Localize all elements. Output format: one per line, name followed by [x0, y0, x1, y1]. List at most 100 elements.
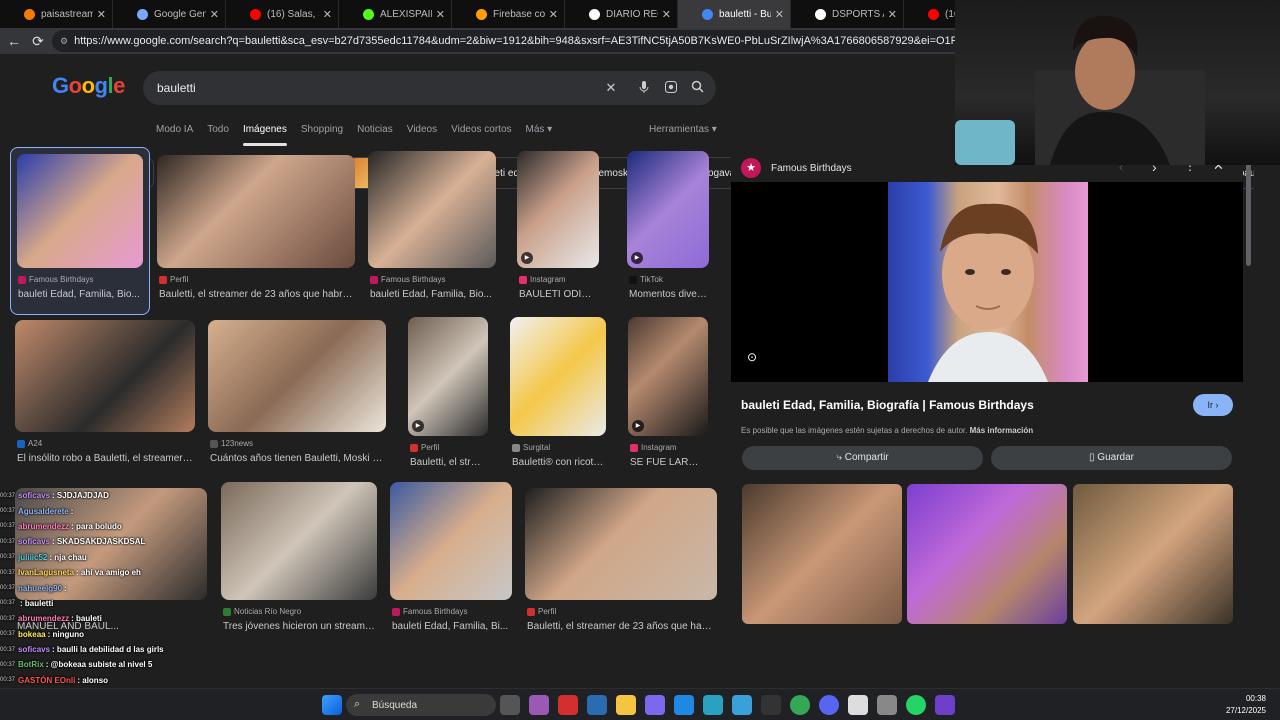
image-result[interactable]: Famous Birthdays bauleti Edad, Familia, B…	[368, 151, 496, 316]
search-tab[interactable]: Videos cortos	[451, 124, 511, 146]
search-tab[interactable]: Shopping	[301, 124, 343, 146]
image-result[interactable]: Perfil Bauletti, el streamer de 23 años q…	[525, 488, 717, 648]
browser-tab[interactable]: Google Gemini ✕	[113, 0, 226, 28]
whatsapp-icon[interactable]	[906, 695, 926, 715]
image-result[interactable]: Famous Birthdays bauleti Edad, Familia, B…	[390, 482, 512, 648]
result-thumbnail[interactable]: ▶	[408, 317, 488, 436]
image-result[interactable]: ▶ TikTok Momentos divertid...	[627, 151, 709, 316]
panel-scrollbar[interactable]	[1245, 148, 1252, 668]
obs-icon[interactable]	[877, 695, 897, 715]
search-tab[interactable]: Noticias	[357, 124, 393, 146]
browser-tab[interactable]: paisastream-launche ✕	[0, 0, 113, 28]
result-thumbnail[interactable]	[208, 320, 386, 432]
pen-icon[interactable]	[645, 695, 665, 715]
tab-close-icon[interactable]: ✕	[662, 8, 671, 21]
result-source[interactable]: Famous Birthdays	[18, 275, 93, 284]
result-title[interactable]: BAULETI ODIA A L...	[519, 289, 597, 300]
google-logo[interactable]: Google	[52, 73, 125, 99]
result-source[interactable]: Famous Birthdays	[392, 607, 467, 616]
result-source[interactable]: Instagram	[630, 443, 677, 452]
result-source[interactable]: A24	[17, 439, 42, 448]
result-title[interactable]: Bauletti, el streamer de 23 años que hab…	[159, 289, 353, 300]
back-button[interactable]: ←	[2, 29, 26, 53]
browser-tab[interactable]: bauletti - Buscar con ✕	[678, 0, 791, 28]
lens-icon[interactable]	[663, 80, 679, 96]
file-explorer-icon[interactable]	[616, 695, 636, 715]
result-source[interactable]: Famous Birthdays	[370, 275, 445, 284]
result-thumbnail[interactable]: ▶	[627, 151, 709, 268]
result-source[interactable]: Surgital	[512, 443, 550, 452]
save-button[interactable]: ▯ Guardar	[991, 446, 1232, 470]
chrome-icon[interactable]	[790, 695, 810, 715]
store-icon[interactable]	[587, 695, 607, 715]
result-title[interactable]: bauleti Edad, Familia, Bio...	[370, 289, 494, 300]
image-result[interactable]: ▶ Instagram SE FUE LARGA K...	[628, 317, 708, 484]
result-source[interactable]: Perfil	[159, 275, 188, 284]
result-source[interactable]: Instagram	[519, 275, 566, 284]
browser-tab[interactable]: DIARIO RÉCORD en ✕	[565, 0, 678, 28]
browser-tab[interactable]: (16) Salas, Standly - ✕	[226, 0, 339, 28]
related-image-2[interactable]	[907, 484, 1067, 624]
image-result[interactable]: ▶ Instagram BAULETI ODIA A L...	[517, 151, 599, 316]
result-title[interactable]: Bauletti, el streamer de 23 años que hab…	[527, 621, 715, 632]
result-thumbnail[interactable]	[390, 482, 512, 600]
image-result[interactable]: A24 El insólito robo a Bauletti, el strea…	[15, 320, 195, 480]
result-thumbnail[interactable]: ▶	[628, 317, 708, 436]
browser-tab[interactable]: ALEXISPAIII Stream ✕	[339, 0, 452, 28]
browser-tab[interactable]: Firebase console ✕	[452, 0, 565, 28]
tab-close-icon[interactable]: ✕	[775, 8, 784, 21]
search-box[interactable]: bauletti ✕	[143, 71, 716, 105]
windows-start-icon[interactable]	[322, 695, 342, 715]
tab-close-icon[interactable]: ✕	[210, 8, 219, 21]
result-thumbnail[interactable]	[510, 317, 606, 436]
copilot-icon[interactable]	[529, 695, 549, 715]
browser-tab[interactable]: DSPORTS Argentina ✕	[791, 0, 904, 28]
panel-site[interactable]: Famous Birthdays	[771, 163, 852, 174]
result-title[interactable]: Momentos divertid...	[629, 289, 707, 300]
mic-icon[interactable]	[636, 80, 652, 96]
more-info-link[interactable]: Más información	[970, 426, 1034, 435]
reload-button[interactable]: ⟳	[26, 29, 50, 53]
search-query[interactable]: bauletti	[157, 81, 196, 95]
image-result[interactable]: 123news Cuántos años tienen Bauletti, Mos…	[208, 320, 386, 480]
result-source[interactable]: TikTok	[629, 275, 663, 284]
discord-icon[interactable]	[819, 695, 839, 715]
scroll-thumb[interactable]	[1246, 156, 1251, 266]
result-thumbnail[interactable]	[15, 320, 195, 432]
related-image-1[interactable]	[742, 484, 902, 624]
app-icon[interactable]	[935, 695, 955, 715]
search-icon[interactable]	[689, 80, 705, 96]
search-tab[interactable]: Modo IA	[156, 124, 193, 146]
result-title[interactable]: bauleti Edad, Familia, Bio...	[18, 289, 152, 300]
tools-button[interactable]: Herramientas ▾	[649, 124, 717, 135]
image-result[interactable]: Famous Birthdays bauleti Edad, Familia, B…	[10, 147, 150, 315]
image-result[interactable]: Perfil Bauletti, el streamer de 23 años q…	[157, 155, 355, 316]
result-title[interactable]: Cuántos años tienen Bauletti, Moski y ..…	[210, 453, 384, 464]
browser-icon[interactable]	[703, 695, 723, 715]
search-tab[interactable]: Videos	[407, 124, 437, 146]
lens-search-icon[interactable]: ⊙	[747, 350, 757, 364]
visit-button[interactable]: Ir ›	[1193, 394, 1233, 416]
search-tab[interactable]: Todo	[207, 124, 229, 146]
settings-icon[interactable]	[848, 695, 868, 715]
tab-close-icon[interactable]: ✕	[97, 8, 106, 21]
preview-image[interactable]	[888, 182, 1088, 382]
image-result[interactable]: Surgital Bauletti® con ricott...	[510, 317, 606, 484]
search-tab[interactable]: Imágenes	[242, 124, 287, 146]
task-view-icon[interactable]	[500, 695, 520, 715]
tab-close-icon[interactable]: ✕	[323, 8, 332, 21]
result-title[interactable]: El insólito robo a Bauletti, el streamer…	[17, 453, 193, 464]
result-source[interactable]: Perfil	[527, 607, 556, 616]
opera-icon[interactable]	[558, 695, 578, 715]
notepad-icon[interactable]	[732, 695, 752, 715]
tab-close-icon[interactable]: ✕	[549, 8, 558, 21]
result-thumbnail[interactable]	[368, 151, 496, 268]
share-button[interactable]: ⤷ Compartir	[742, 446, 983, 470]
terminal-icon[interactable]	[761, 695, 781, 715]
result-thumbnail[interactable]	[157, 155, 355, 268]
panel-title[interactable]: bauleti Edad, Familia, Biografía | Famou…	[741, 398, 1034, 412]
result-title[interactable]: bauleti Edad, Familia, Bi...	[392, 621, 510, 632]
result-title[interactable]: SE FUE LARGA K...	[630, 457, 706, 468]
clock[interactable]: 00:38 27/12/2025	[1226, 693, 1266, 717]
image-result[interactable]: ▶ Perfil Bauletti, el stream...	[408, 317, 488, 484]
